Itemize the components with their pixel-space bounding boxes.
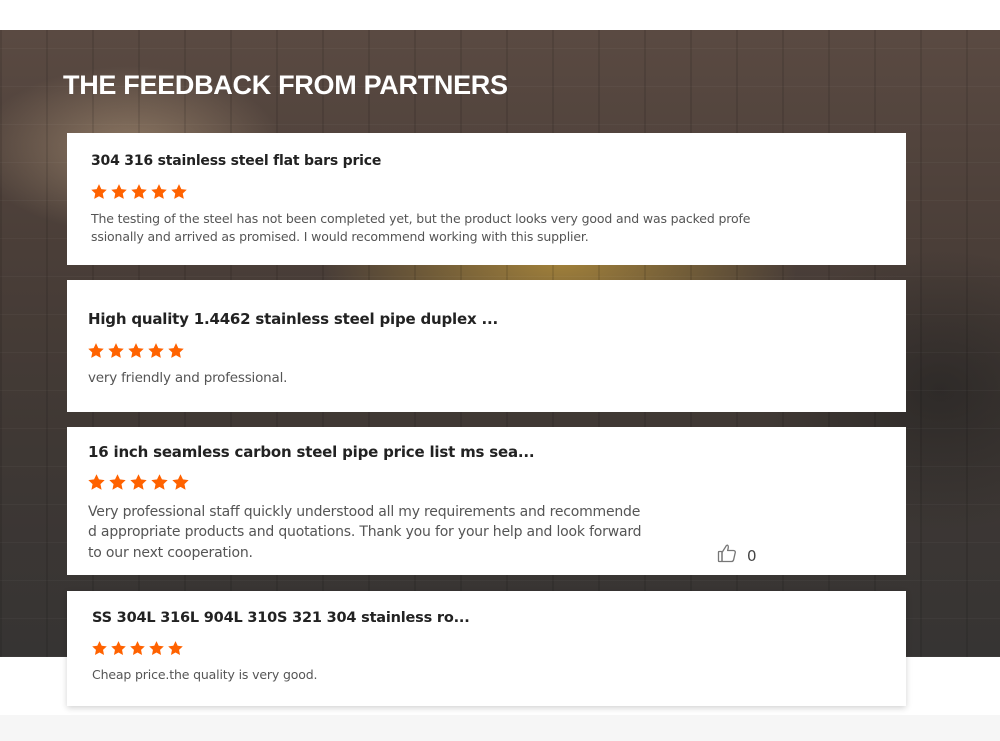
review-text-line: d appropriate products and quotations. T… (88, 524, 642, 540)
star-icon (87, 342, 105, 360)
star-rating (87, 473, 190, 492)
review-card: 304 316 stainless steel flat bars price … (67, 133, 906, 265)
star-icon (171, 473, 190, 492)
top-strip (0, 0, 1000, 30)
thumbs-up-icon (717, 543, 737, 568)
review-product-title[interactable]: SS 304L 316L 904L 310S 321 304 stainless… (92, 610, 470, 626)
review-text-line: ssionally and arrived as promised. I wou… (91, 229, 589, 244)
review-card: High quality 1.4462 stainless steel pipe… (67, 280, 906, 412)
star-icon (108, 473, 127, 492)
star-icon (107, 342, 125, 360)
star-icon (130, 183, 148, 201)
star-icon (129, 640, 146, 657)
star-rating (87, 342, 185, 360)
star-icon (148, 640, 165, 657)
review-card: SS 304L 316L 904L 310S 321 304 stainless… (67, 591, 906, 706)
star-icon (167, 342, 185, 360)
star-icon (87, 473, 106, 492)
like-button[interactable]: 0 (717, 543, 757, 568)
like-count: 0 (747, 546, 757, 565)
review-text-line: very friendly and professional. (88, 370, 288, 386)
star-icon (110, 183, 128, 201)
star-icon (129, 473, 148, 492)
star-icon (147, 342, 165, 360)
star-icon (127, 342, 145, 360)
review-product-title[interactable]: 16 inch seamless carbon steel pipe price… (88, 443, 535, 461)
section-title: THE FEEDBACK FROM PARTNERS (63, 70, 508, 100)
star-icon (170, 183, 188, 201)
star-rating (90, 183, 188, 201)
review-product-title[interactable]: 304 316 stainless steel flat bars price (91, 153, 381, 169)
review-text-line: to our next cooperation. (88, 545, 253, 561)
star-icon (150, 183, 168, 201)
review-product-title[interactable]: High quality 1.4462 stainless steel pipe… (88, 310, 498, 328)
review-card: 16 inch seamless carbon steel pipe price… (67, 427, 906, 575)
bottom-fade (0, 715, 1000, 741)
star-icon (91, 640, 108, 657)
review-text-line: Very professional staff quickly understo… (88, 504, 641, 520)
star-icon (90, 183, 108, 201)
review-text-line: Cheap price.the quality is very good. (92, 667, 318, 682)
star-icon (167, 640, 184, 657)
review-text-line: The testing of the steel has not been co… (91, 211, 751, 226)
star-icon (110, 640, 127, 657)
star-rating (91, 640, 184, 657)
star-icon (150, 473, 169, 492)
